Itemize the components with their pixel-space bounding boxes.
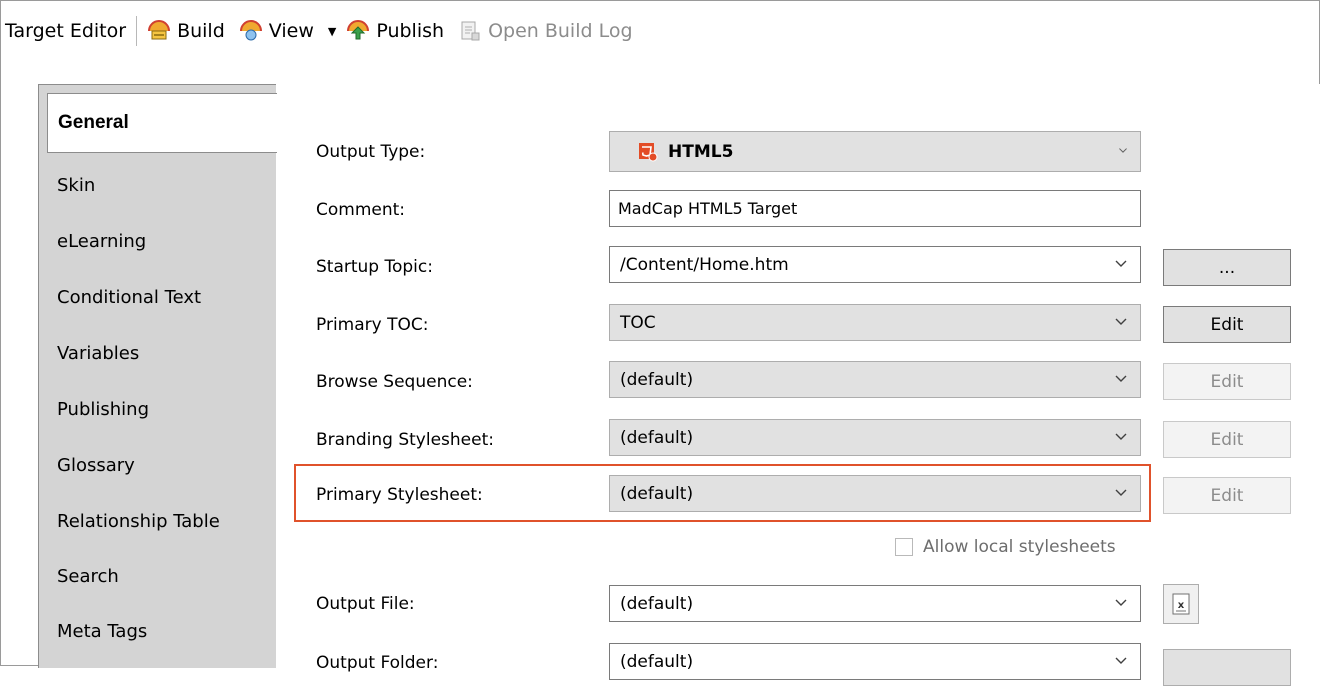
startup-topic-value: /Content/Home.htm xyxy=(620,254,789,275)
open-build-log-button[interactable]: Open Build Log xyxy=(458,19,633,43)
output-type-select[interactable]: HTML5 xyxy=(609,131,1141,172)
output-folder-value: (default) xyxy=(620,651,694,672)
primary-stylesheet-label: Primary Stylesheet: xyxy=(316,485,483,505)
chevron-down-icon[interactable]: ▼ xyxy=(328,25,336,38)
publish-button[interactable]: Publish xyxy=(346,19,444,43)
build-icon xyxy=(148,20,171,40)
view-button[interactable]: View ▼ xyxy=(239,19,336,43)
primary-toc-select[interactable]: TOC xyxy=(609,304,1141,341)
tab-label: Skin xyxy=(57,174,96,196)
allow-local-stylesheets-checkbox[interactable] xyxy=(895,538,913,556)
build-log-icon xyxy=(461,21,480,41)
browse-button[interactable]: ... xyxy=(1163,249,1291,286)
primary-stylesheet-value: (default) xyxy=(620,483,694,504)
tab-label: Meta Tags xyxy=(57,620,148,642)
output-file-browse-button[interactable]: x xyxy=(1163,584,1199,624)
primary-toc-edit-button[interactable]: Edit xyxy=(1163,306,1291,343)
primary-stylesheet-select[interactable]: (default) xyxy=(609,475,1141,512)
file-icon: x xyxy=(1172,593,1190,615)
tab-strip: General Skin eLearning Conditional Text … xyxy=(38,84,277,668)
build-label: Build xyxy=(177,20,225,42)
tab-label: General xyxy=(58,112,129,133)
html5-icon xyxy=(639,142,658,161)
output-folder-browse-button[interactable] xyxy=(1163,649,1291,686)
tab-label: Variables xyxy=(57,342,140,364)
output-folder-select[interactable]: (default) xyxy=(609,643,1141,680)
tab-elearning[interactable]: eLearning xyxy=(47,213,276,269)
browse-sequence-edit-button[interactable]: Edit xyxy=(1163,363,1291,400)
chevron-down-icon xyxy=(1115,318,1127,325)
chevron-down-icon xyxy=(1115,599,1127,606)
output-type-label: Output Type: xyxy=(316,142,426,162)
primary-toc-label: Primary TOC: xyxy=(316,315,429,335)
tab-variables[interactable]: Variables xyxy=(47,325,276,381)
tab-publishing[interactable]: Publishing xyxy=(47,381,276,437)
startup-topic-select[interactable]: /Content/Home.htm xyxy=(609,246,1141,283)
tab-label: Search xyxy=(57,565,119,587)
output-file-value: (default) xyxy=(620,593,694,614)
tab-general[interactable]: General xyxy=(47,93,277,153)
tab-search[interactable]: Search xyxy=(47,548,276,604)
toolbar-divider xyxy=(136,16,138,46)
browse-sequence-select[interactable]: (default) xyxy=(609,361,1141,398)
output-file-label: Output File: xyxy=(316,594,415,614)
output-type-value: HTML5 xyxy=(668,141,734,162)
allow-local-stylesheets-label: Allow local stylesheets xyxy=(923,537,1116,557)
primary-toc-value: TOC xyxy=(620,312,656,333)
allow-local-stylesheets-row[interactable]: Allow local stylesheets xyxy=(895,537,1116,557)
editor-title: Target Editor xyxy=(5,20,127,42)
chevron-down-icon xyxy=(1119,148,1127,153)
chevron-down-icon xyxy=(1115,489,1127,496)
branding-stylesheet-label: Branding Stylesheet: xyxy=(316,430,494,450)
chevron-down-icon xyxy=(1115,260,1127,267)
tab-skin[interactable]: Skin xyxy=(47,157,276,213)
primary-stylesheet-edit-button[interactable]: Edit xyxy=(1163,477,1291,514)
tab-glossary[interactable]: Glossary xyxy=(47,437,276,493)
tab-label: Glossary xyxy=(57,454,135,476)
comment-input[interactable]: MadCap HTML5 Target xyxy=(609,190,1141,227)
tab-meta-tags[interactable]: Meta Tags xyxy=(47,603,276,659)
chevron-down-icon xyxy=(1115,375,1127,382)
tab-label: eLearning xyxy=(57,230,147,252)
view-label: View xyxy=(268,20,314,42)
build-button[interactable]: Build xyxy=(147,19,225,43)
tab-label: Relationship Table xyxy=(57,510,220,532)
browse-sequence-label: Browse Sequence: xyxy=(316,372,473,392)
svg-text:x: x xyxy=(1178,600,1185,611)
publish-label: Publish xyxy=(376,20,445,42)
branding-stylesheet-select[interactable]: (default) xyxy=(609,419,1141,456)
target-editor-window: Target Editor Build View ▼ Publish Open … xyxy=(0,0,1320,686)
toolbar: Target Editor Build View ▼ Publish Open … xyxy=(1,1,1319,61)
chevron-down-icon xyxy=(1115,433,1127,440)
output-file-select[interactable]: (default) xyxy=(609,585,1141,622)
tab-label: Conditional Text xyxy=(57,286,202,308)
branding-stylesheet-value: (default) xyxy=(620,427,694,448)
tab-relationship-table[interactable]: Relationship Table xyxy=(47,493,276,549)
tab-conditional-text[interactable]: Conditional Text xyxy=(47,269,276,325)
view-icon xyxy=(239,20,262,41)
browse-sequence-value: (default) xyxy=(620,369,694,390)
publish-icon xyxy=(347,20,370,40)
tab-label: Publishing xyxy=(57,398,149,420)
open-build-log-label: Open Build Log xyxy=(488,20,633,42)
branding-stylesheet-edit-button[interactable]: Edit xyxy=(1163,421,1291,458)
output-folder-label: Output Folder: xyxy=(316,653,439,673)
comment-label: Comment: xyxy=(316,200,406,220)
startup-topic-label: Startup Topic: xyxy=(316,257,433,277)
chevron-down-icon xyxy=(1115,657,1127,664)
